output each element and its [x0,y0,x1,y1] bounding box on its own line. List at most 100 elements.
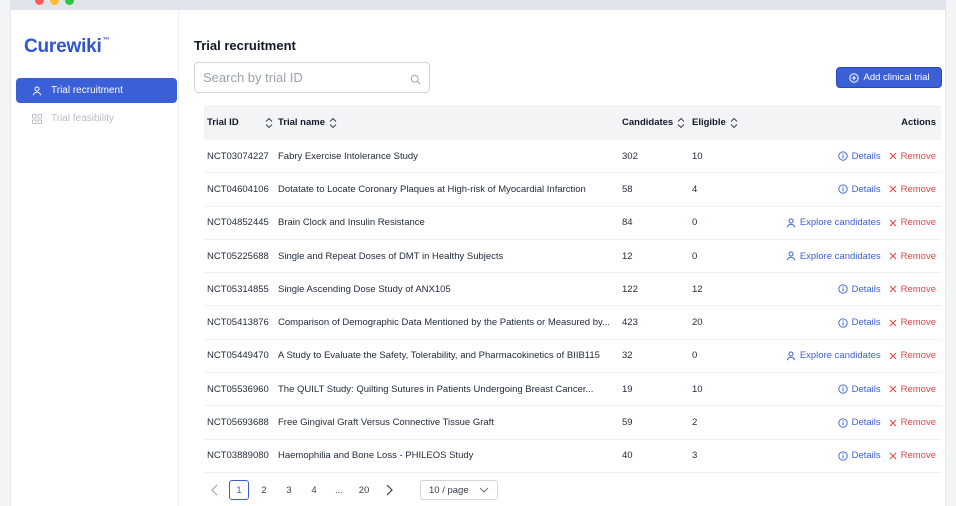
action-label: Explore candidates [799,350,881,362]
action-label: Details [851,183,881,195]
cell-candidates: 302 [622,150,638,162]
search-box [194,62,430,93]
remove-link[interactable]: Remove [889,384,936,395]
sort-icon[interactable] [265,117,273,129]
sidebar-item-trial-feasibility[interactable]: Trial feasibility [16,106,177,131]
page-size-select[interactable]: 10 / page [420,480,498,500]
action-label: Details [851,283,881,295]
close-icon [889,452,897,460]
page-button[interactable]: 3 [279,480,299,500]
next-page-button[interactable] [379,480,399,500]
sidebar-item-trial-recruitment[interactable]: Trial recruitment [16,78,177,103]
remove-link[interactable]: Remove [889,317,936,328]
table-header: Trial ID Trial name Candidates Eligible … [204,105,941,140]
plus-circle-icon [848,72,859,83]
remove-link[interactable]: Remove [889,350,936,361]
header-candidates[interactable]: Candidates [619,117,689,129]
explore-candidates-link[interactable]: Explore candidates [786,350,881,361]
table-row: NCT04852445 Brain Clock and Insulin Resis… [204,207,941,240]
remove-link[interactable]: Remove [889,151,936,162]
details-link[interactable]: Details [837,317,881,328]
main-content: Trial recruitment Add clinical trial Tri… [194,10,942,506]
details-link[interactable]: Details [837,151,881,162]
action-label: Details [851,417,881,429]
details-link[interactable]: Details [837,450,881,462]
details-link[interactable]: Details [837,417,881,429]
cell-eligible: 0 [692,217,698,229]
remove-label: Remove [900,383,936,395]
remove-label: Remove [900,150,936,162]
page-button[interactable]: 2 [254,480,274,500]
previous-page-button[interactable] [204,480,224,500]
cell-trial-id: NCT05413876 [207,317,269,329]
page-title: Trial recruitment [194,38,296,53]
explore-candidates-link[interactable]: Explore candidates [786,217,881,228]
close-icon [889,252,897,260]
maximize-window-icon[interactable] [65,0,74,5]
cell-candidates: 84 [622,217,633,229]
cell-trial-id: NCT04852445 [207,217,269,229]
remove-link[interactable]: Remove [889,217,936,228]
grid-icon [32,113,42,124]
table-row: NCT03074227 Fabry Exercise Intolerance St… [204,140,941,174]
sidebar-item-label: Trial feasibility [51,113,114,124]
table-row: NCT05314855 Single Ascending Dose Study o… [204,273,941,307]
cell-eligible: 20 [692,317,703,329]
close-icon [889,419,897,427]
cell-trial-id: NCT03889080 [207,450,269,462]
search-icon[interactable] [410,72,421,85]
info-icon [837,417,848,428]
chevron-down-icon [479,487,489,493]
page-size-value: 10 / page [429,484,469,496]
remove-link[interactable]: Remove [889,284,936,295]
action-label: Details [851,383,881,395]
page-button[interactable]: 1 [229,480,249,500]
remove-label: Remove [900,183,936,195]
header-trial-name[interactable]: Trial name [275,117,619,129]
close-window-icon[interactable] [35,0,44,5]
cell-eligible: 10 [692,150,703,162]
user-icon [786,351,796,361]
explore-candidates-link[interactable]: Explore candidates [786,251,881,262]
cell-trial-id: NCT05536960 [207,383,269,395]
table-row: NCT05693688 Free Gingival Graft Versus Co… [204,406,941,440]
close-icon [889,185,897,193]
cell-eligible: 4 [692,183,698,195]
remove-label: Remove [900,417,936,429]
remove-label: Remove [900,450,936,462]
remove-link[interactable]: Remove [889,184,936,195]
app-logo[interactable]: Curewiki™ [24,36,110,58]
header-eligible[interactable]: Eligible [689,117,779,129]
chevron-right-icon [386,484,393,496]
details-link[interactable]: Details [837,383,881,395]
remove-link[interactable]: Remove [889,251,936,262]
cell-candidates: 58 [622,183,633,195]
trademark-mark: ™ [102,36,110,44]
table-row: NCT05413876 Comparison of Demographic Dat… [204,306,941,340]
details-link[interactable]: Details [837,183,881,195]
cell-actions: Details Remove [779,384,941,395]
cell-candidates: 59 [622,417,633,429]
sidebar: Curewiki™ Trial recruitment Trial feasib… [11,10,179,506]
cell-eligible: 2 [692,417,698,429]
page-button[interactable]: 20 [354,480,374,500]
add-clinical-trial-button[interactable]: Add clinical trial [836,67,942,88]
cell-candidates: 32 [622,350,633,362]
search-input[interactable] [195,63,395,92]
page-button[interactable]: 4 [304,480,324,500]
sort-icon[interactable] [730,117,738,129]
cell-trial-name: Fabry Exercise Intolerance Study [278,150,418,162]
cell-trial-name: Dotatate to Locate Coronary Plaques at H… [278,183,586,195]
sort-icon[interactable] [329,117,337,129]
details-link[interactable]: Details [837,283,881,295]
header-label: Eligible [692,117,726,128]
cell-eligible: 10 [692,383,703,395]
action-label: Details [851,450,881,462]
header-label: Trial ID [207,117,239,128]
sort-icon[interactable] [677,117,685,129]
cell-trial-id: NCT03074227 [207,150,269,162]
remove-link[interactable]: Remove [889,450,936,461]
remove-link[interactable]: Remove [889,417,936,428]
minimize-window-icon[interactable] [50,0,59,5]
header-trial-id[interactable]: Trial ID [204,117,275,129]
